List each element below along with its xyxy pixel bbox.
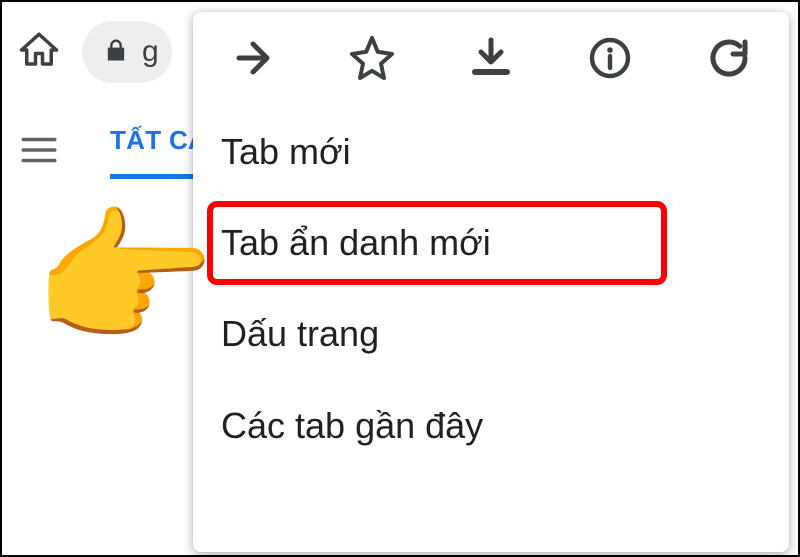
menu-item-incognito[interactable]: Tab ẩn danh mới bbox=[193, 197, 789, 288]
menu-icon-row bbox=[193, 16, 789, 104]
reload-icon[interactable] bbox=[705, 34, 753, 87]
star-icon[interactable] bbox=[348, 34, 396, 87]
menu-item-bookmarks[interactable]: Dấu trang bbox=[193, 288, 789, 379]
url-text: g bbox=[142, 35, 159, 69]
pointing-hand-icon: 👉 bbox=[32, 205, 216, 353]
overflow-menu: Tab mới Tab ẩn danh mới Dấu trang Các ta… bbox=[193, 12, 789, 552]
menu-item-recent-tabs[interactable]: Các tab gần đây bbox=[193, 380, 789, 471]
hamburger-icon[interactable] bbox=[18, 129, 60, 176]
menu-list: Tab mới Tab ẩn danh mới Dấu trang Các ta… bbox=[193, 104, 789, 473]
forward-icon[interactable] bbox=[229, 34, 277, 87]
menu-item-new-tab[interactable]: Tab mới bbox=[193, 106, 789, 197]
lock-icon bbox=[102, 36, 130, 69]
download-icon[interactable] bbox=[467, 34, 515, 87]
info-icon[interactable] bbox=[586, 34, 634, 87]
home-icon[interactable] bbox=[18, 29, 60, 76]
address-bar[interactable]: g bbox=[82, 21, 172, 83]
